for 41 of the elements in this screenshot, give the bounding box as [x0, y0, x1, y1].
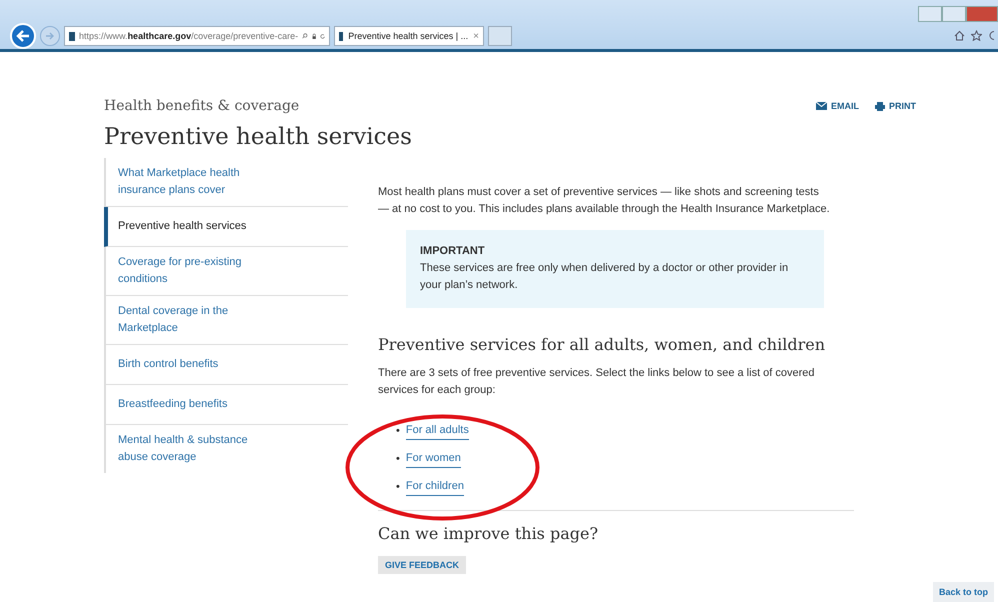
search-icon[interactable]: [302, 31, 308, 41]
lock-icon: [312, 32, 316, 40]
back-to-top-button[interactable]: Back to top: [932, 582, 994, 602]
sidebar-item[interactable]: Birth control benefits: [104, 345, 348, 385]
arrow-icon: [16, 30, 30, 42]
home-icon[interactable]: [954, 30, 965, 41]
envelope-icon: [816, 102, 827, 110]
group-link[interactable]: For women: [406, 451, 461, 468]
group-link[interactable]: For children: [406, 479, 464, 496]
bullet: •: [396, 424, 400, 439]
refresh-icon[interactable]: [320, 32, 325, 40]
sidebar-item[interactable]: Mental health & substance abuse coverage: [104, 425, 348, 473]
close-tab-button[interactable]: ×: [473, 30, 479, 42]
site-icon: [69, 32, 76, 40]
star-icon[interactable]: [971, 30, 982, 41]
arrow-icon: [45, 32, 55, 40]
sidebar-item[interactable]: Preventive health services: [104, 207, 348, 247]
browser-tab[interactable]: Preventive health services | ... ×: [334, 26, 484, 46]
printer-icon: [875, 102, 885, 110]
sidebar-item[interactable]: Breastfeeding benefits: [104, 385, 348, 425]
bullet: •: [396, 452, 400, 467]
print-link[interactable]: PRINT: [875, 101, 916, 111]
url-text: https://www.healthcare.gov/coverage/preventive-care-: [79, 31, 298, 41]
feedback-heading: Can we improve this page?: [378, 525, 600, 542]
group-link[interactable]: For all adults: [406, 423, 469, 440]
sidebar-item[interactable]: Dental coverage in the Marketplace: [104, 296, 348, 345]
sidebar-item[interactable]: What Marketplace health insurance plans cover: [104, 158, 348, 207]
site-icon: [339, 32, 344, 40]
callout-heading: IMPORTANT: [420, 244, 486, 259]
sidebar-item[interactable]: Coverage for pre-existing conditions: [104, 247, 348, 296]
intro-paragraph: Most health plans must cover a set of preventive services — like shots and screening tests — at no cost to you. This includes plans available through the Health Insurance Marketplace.: [378, 185, 831, 217]
bullet: •: [396, 480, 400, 495]
back-button[interactable]: [10, 23, 36, 49]
address-bar[interactable]: https://www.healthcare.gov/coverage/preventive-care-: [64, 26, 330, 46]
section-paragraph: There are 3 sets of free preventive services. Select the links below to see a list of covered services for each group:: [378, 366, 816, 398]
email-link[interactable]: EMAIL: [816, 101, 859, 111]
page-title: Preventive health services: [104, 124, 413, 150]
section-heading: Preventive services for all adults, women, and children: [378, 336, 826, 353]
callout-text: These services are free only when delivered by a doctor or other provider in your plan’s network.: [420, 262, 788, 291]
breadcrumb[interactable]: Health benefits & coverage: [104, 98, 300, 114]
feedback-button[interactable]: GIVE FEEDBACK: [378, 556, 466, 574]
